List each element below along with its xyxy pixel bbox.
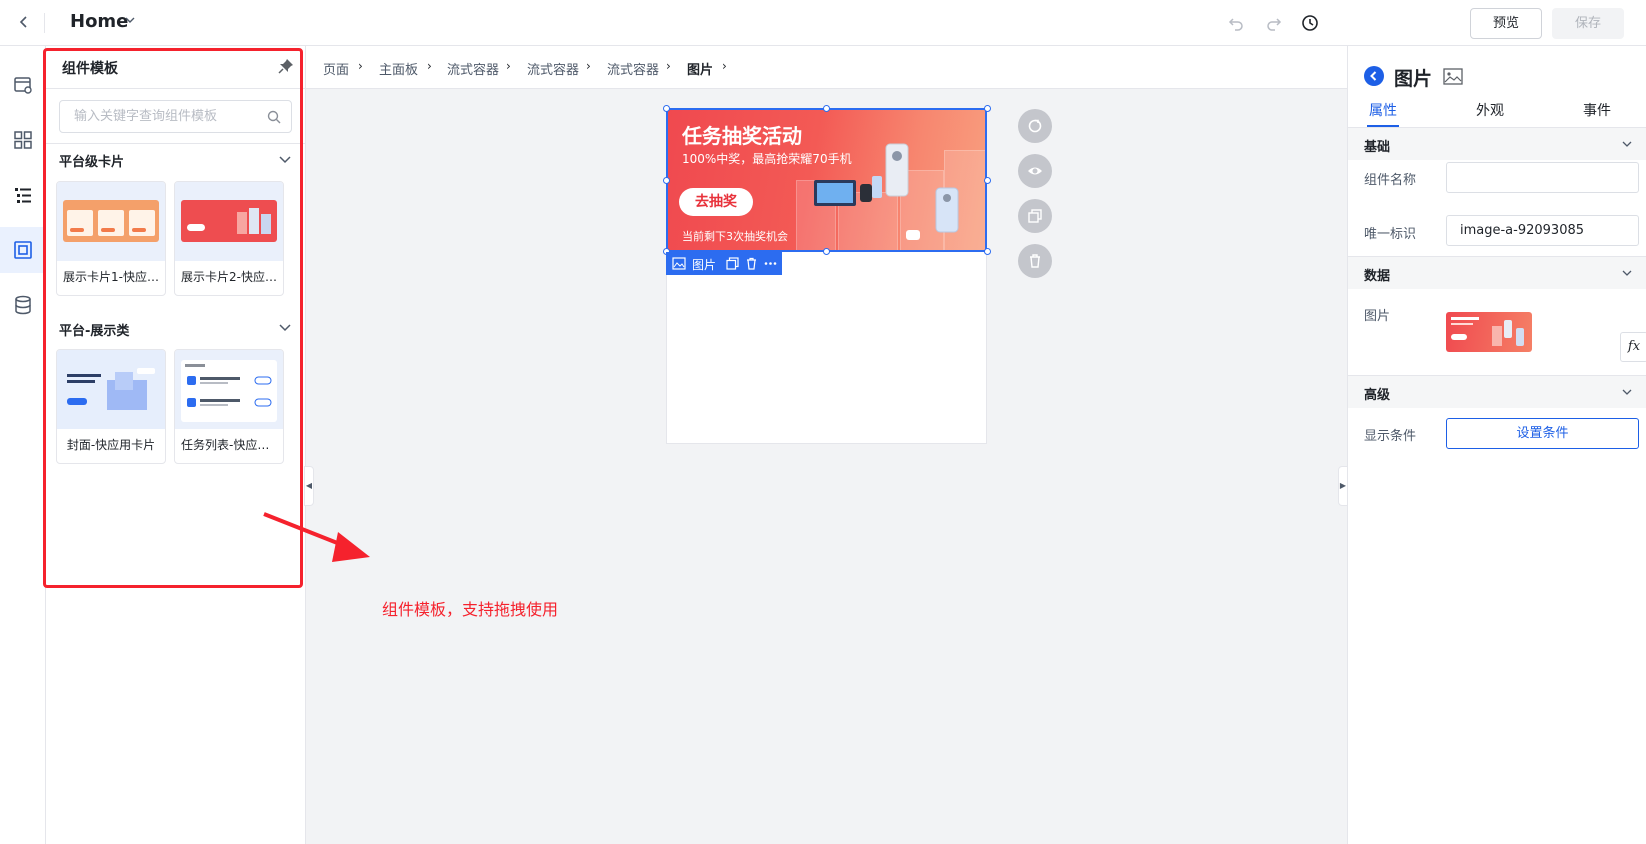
- field-label: 唯一标识: [1364, 227, 1417, 242]
- refresh-icon[interactable]: [1018, 109, 1052, 143]
- image-icon: [672, 257, 686, 270]
- preview-button[interactable]: 预览: [1470, 8, 1542, 39]
- copy-icon[interactable]: [1018, 199, 1052, 233]
- breadcrumb-item[interactable]: 主面板: [379, 59, 418, 78]
- chevron-right-icon: ›: [506, 59, 511, 73]
- design-canvas: 页面 › 主面板 › 流式容器 › 流式容器 › 流式容器 › 图片 › ◀ ▶…: [263, 46, 1348, 844]
- history-icon[interactable]: [1300, 13, 1320, 33]
- page-settings-icon[interactable]: [12, 74, 34, 96]
- unique-id-input[interactable]: image-a-92093085: [1446, 215, 1639, 246]
- back-icon[interactable]: [14, 12, 34, 32]
- selection-label: 图片: [692, 258, 717, 272]
- image-thumbnail[interactable]: [1446, 312, 1532, 352]
- expression-button[interactable]: fx: [1620, 332, 1646, 362]
- field-label: 组件名称: [1364, 173, 1417, 188]
- draw-button[interactable]: 去抽奖: [679, 188, 753, 216]
- selection-toolbar: 图片: [666, 252, 782, 275]
- chevron-down-icon[interactable]: [1621, 267, 1633, 279]
- components-grid-icon[interactable]: [12, 129, 34, 151]
- copy-icon[interactable]: [726, 257, 739, 270]
- delete-icon[interactable]: [1018, 244, 1052, 278]
- resize-handle[interactable]: [984, 177, 991, 184]
- field-label: 显示条件: [1364, 429, 1417, 444]
- top-bar: Home 预览 保存: [0, 0, 1646, 46]
- back-circle-icon[interactable]: [1364, 66, 1384, 86]
- resize-handle[interactable]: [823, 248, 830, 255]
- chevron-down-icon[interactable]: [1621, 386, 1633, 398]
- tab-properties[interactable]: 属性: [1369, 100, 1397, 120]
- set-condition-button[interactable]: 设置条件: [1446, 418, 1639, 449]
- template-icon[interactable]: [0, 227, 45, 273]
- chevron-down-icon[interactable]: [1621, 138, 1633, 150]
- save-button[interactable]: 保存: [1552, 8, 1624, 39]
- image-icon: [1443, 68, 1463, 85]
- eye-icon[interactable]: [1018, 154, 1052, 188]
- chevron-right-icon: ›: [586, 59, 591, 73]
- breadcrumb-item-current[interactable]: 图片: [687, 59, 713, 78]
- annotation-arrow: [263, 512, 370, 562]
- chevron-right-icon: ›: [666, 59, 671, 73]
- breadcrumb-item[interactable]: 流式容器: [527, 59, 579, 78]
- redo-icon[interactable]: [1264, 13, 1284, 33]
- resize-handle[interactable]: [823, 105, 830, 112]
- chevron-down-icon[interactable]: [124, 14, 136, 29]
- delete-icon[interactable]: [745, 257, 758, 270]
- component-title: 图片: [1394, 68, 1433, 90]
- section-header-advanced[interactable]: 高级: [1348, 376, 1646, 408]
- chevron-right-icon: ›: [427, 59, 432, 73]
- component-name-input[interactable]: [1446, 162, 1639, 193]
- tab-appearance[interactable]: 外观: [1476, 100, 1504, 120]
- section-header-data[interactable]: 数据: [1348, 257, 1646, 289]
- breadcrumb: 页面 › 主面板 › 流式容器 › 流式容器 › 流式容器 › 图片 ›: [306, 46, 1347, 89]
- section-title: 基础: [1364, 140, 1391, 155]
- resize-handle[interactable]: [984, 248, 991, 255]
- breadcrumb-item[interactable]: 流式容器: [607, 59, 659, 78]
- section-title: 数据: [1364, 269, 1391, 284]
- left-icon-rail: [0, 46, 46, 844]
- banner-subtitle: 100%中奖，最高抢荣耀70手机: [682, 152, 852, 166]
- field-label: 图片: [1364, 309, 1391, 324]
- collapse-left-handle[interactable]: ◀: [304, 466, 314, 506]
- chevron-right-icon: ›: [722, 59, 727, 73]
- resize-handle[interactable]: [984, 105, 991, 112]
- section-header-basic[interactable]: 基础: [1348, 128, 1646, 160]
- undo-icon[interactable]: [1226, 13, 1246, 33]
- breadcrumb-item[interactable]: 页面: [323, 59, 349, 78]
- resize-handle[interactable]: [663, 105, 670, 112]
- breadcrumb-item[interactable]: 流式容器: [447, 59, 499, 78]
- tab-events[interactable]: 事件: [1583, 100, 1611, 120]
- banner-title: 任务抽奖活动: [682, 124, 802, 148]
- divider: [44, 13, 45, 33]
- banner-footer: 当前剩下3次抽奖机会: [682, 230, 788, 243]
- section-title: 高级: [1364, 388, 1391, 403]
- page-title[interactable]: Home: [70, 11, 128, 32]
- database-icon[interactable]: [12, 294, 34, 316]
- chevron-right-icon: ›: [358, 59, 363, 73]
- image-component-selected[interactable]: 任务抽奖活动 100%中奖，最高抢荣耀70手机 去抽奖 当前剩下3次抽奖机会: [666, 108, 987, 252]
- outline-tree-icon[interactable]: [12, 184, 34, 206]
- properties-panel: 图片 属性 外观 事件 基础 组件名称 唯一标识 image-a-9209308…: [1347, 46, 1646, 844]
- resize-handle[interactable]: [663, 177, 670, 184]
- more-icon[interactable]: [764, 257, 777, 270]
- annotation-text: 组件模板，支持拖拽使用: [382, 600, 559, 619]
